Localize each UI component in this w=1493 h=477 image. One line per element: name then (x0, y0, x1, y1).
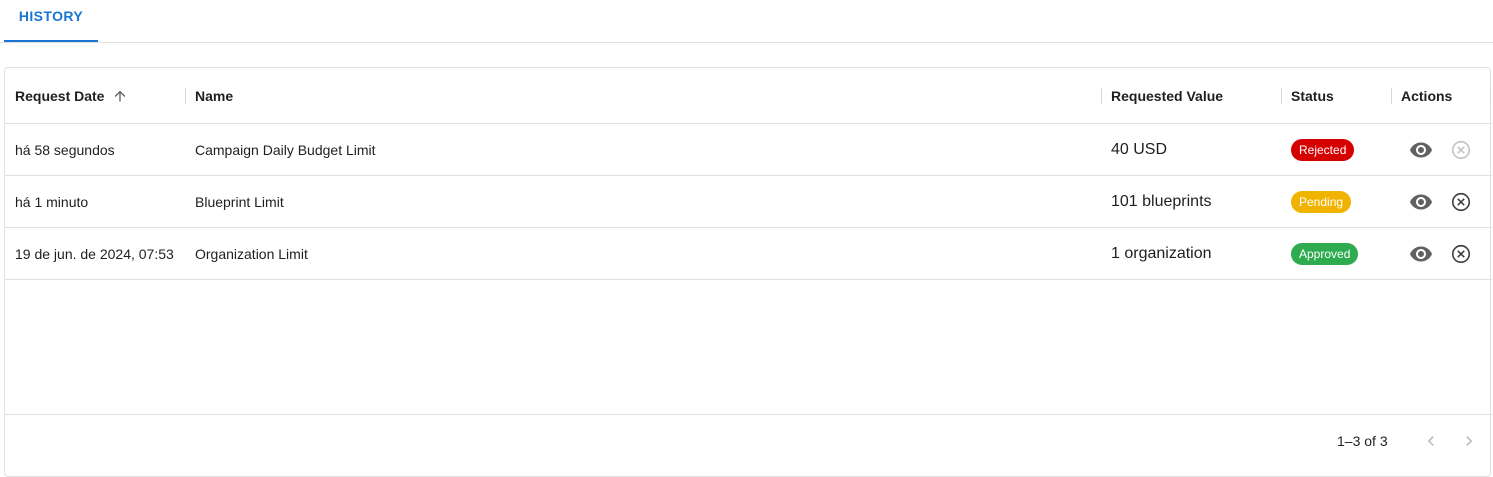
column-header-label: Actions (1401, 88, 1453, 104)
table-row[interactable]: 19 de jun. de 2024, 07:53 Organization L… (5, 228, 1492, 280)
table-footer: 1–3 of 3 (5, 414, 1492, 470)
tab-history[interactable]: HISTORY (4, 0, 98, 42)
row-actions (1409, 124, 1473, 176)
column-header-name[interactable]: Name (195, 68, 233, 124)
chevron-right-icon[interactable] (1456, 428, 1482, 454)
tab-bar: HISTORY (0, 0, 1493, 43)
name-cell: Blueprint Limit (195, 194, 284, 210)
name-cell: Campaign Daily Budget Limit (195, 142, 376, 158)
view-icon[interactable] (1409, 138, 1433, 162)
table-row[interactable]: há 1 minuto Blueprint Limit 101 blueprin… (5, 176, 1492, 228)
status-cell: Approved (1291, 228, 1359, 280)
column-header-actions: Actions (1401, 68, 1452, 124)
column-separator[interactable] (1391, 88, 1392, 104)
status-cell: Pending (1291, 176, 1352, 228)
cancel-icon[interactable] (1449, 138, 1473, 162)
status-badge: Pending (1291, 191, 1352, 213)
table-header: Request Date Name Requested Value Status… (5, 68, 1492, 124)
name-cell: Organization Limit (195, 246, 308, 262)
column-header-label: Name (195, 88, 234, 104)
cancel-icon[interactable] (1449, 190, 1473, 214)
view-icon[interactable] (1409, 242, 1433, 266)
column-header-status[interactable]: Status (1291, 68, 1334, 124)
column-header-request-date[interactable]: Request Date (15, 68, 128, 124)
arrow-up-icon[interactable] (112, 88, 128, 104)
row-actions (1409, 176, 1473, 228)
cancel-icon[interactable] (1449, 242, 1473, 266)
status-badge: Approved (1291, 243, 1359, 265)
history-table: Request Date Name Requested Value Status… (4, 67, 1492, 477)
status-cell: Rejected (1291, 124, 1355, 176)
column-separator[interactable] (1281, 88, 1282, 104)
requested-value-cell: 40 USD (1111, 141, 1168, 158)
pagination-label: 1–3 of 3 (1337, 433, 1388, 449)
column-header-label: Status (1291, 88, 1334, 104)
request-date-cell: 19 de jun. de 2024, 07:53 (15, 246, 174, 262)
column-separator[interactable] (1101, 88, 1102, 104)
column-separator[interactable] (1490, 88, 1491, 104)
requested-value-cell: 101 blueprints (1111, 193, 1212, 210)
column-header-requested-value[interactable]: Requested Value (1111, 68, 1223, 124)
request-date-cell: há 1 minuto (15, 194, 89, 210)
column-header-label: Request Date (15, 88, 105, 104)
table-row[interactable]: há 58 segundos Campaign Daily Budget Lim… (5, 124, 1492, 176)
chevron-left-icon[interactable] (1418, 428, 1444, 454)
view-icon[interactable] (1409, 190, 1433, 214)
status-badge: Rejected (1291, 139, 1355, 161)
column-header-label: Requested Value (1111, 88, 1224, 104)
row-actions (1409, 228, 1473, 280)
request-date-cell: há 58 segundos (15, 142, 115, 158)
requested-value-cell: 1 organization (1111, 245, 1212, 262)
column-separator[interactable] (185, 88, 186, 104)
